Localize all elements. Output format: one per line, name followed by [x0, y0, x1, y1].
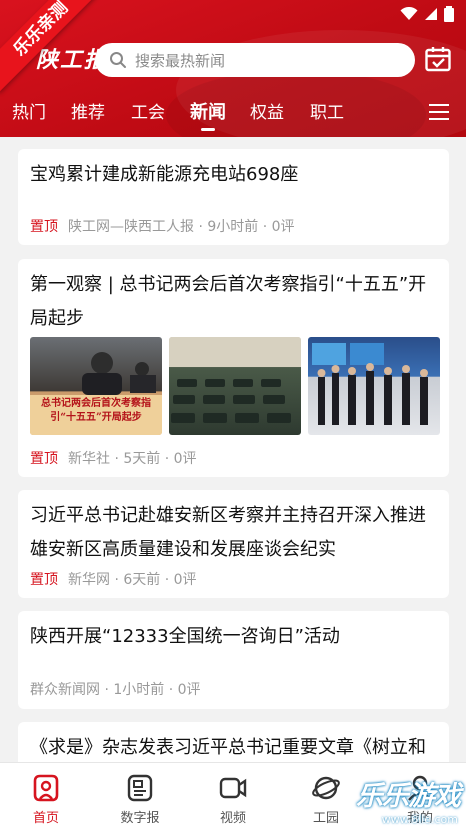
article-source: 新华网 · 6天前 · 0评 [68, 572, 197, 588]
article-images: 总书记两会后首次考察指引“十五五”开局起步 [30, 337, 440, 435]
article-title[interactable]: 陕西开展“12333全国统一咨询日”活动 [30, 620, 435, 654]
article-meta: 置顶 新华社 · 5天前 · 0评 [30, 448, 197, 468]
image-caption: 总书记两会后首次考察指引“十五五”开局起步 [41, 398, 151, 423]
pinned-badge: 置顶 [30, 451, 58, 467]
planet-icon [312, 776, 340, 800]
article-image[interactable]: 总书记两会后首次考察指引“十五五”开局起步 [30, 337, 162, 435]
search-bar[interactable]: 搜索最热新闻 [95, 43, 415, 77]
newspaper-icon [127, 774, 153, 802]
watermark-url: www.6lle.com [381, 813, 458, 826]
nav-label: 视频 [219, 811, 246, 826]
article-title[interactable]: 宝鸡累计建成新能源充电站698座 [30, 158, 435, 192]
pinned-badge: 置顶 [30, 219, 58, 235]
tab-recommend[interactable]: 推荐 [71, 100, 105, 126]
category-tabs: 热门 推荐 工会 新闻 权益 职工 [0, 100, 466, 130]
article-image[interactable] [169, 337, 301, 435]
tab-news[interactable]: 新闻 [190, 100, 226, 126]
article-meta: 置顶 新华网 · 6天前 · 0评 [30, 569, 197, 589]
nav-label: 首页 [32, 811, 59, 826]
tab-hot[interactable]: 热门 [12, 100, 46, 126]
watermark-text: 乐乐游戏 [356, 781, 461, 812]
article-image[interactable] [308, 337, 440, 435]
article-card[interactable]: 宝鸡累计建成新能源充电站698座 置顶 陕工网—陕西工人报 · 9小时前 · 0评 [18, 149, 449, 245]
article-source: 陕工网—陕西工人报 · 9小时前 · 0评 [68, 219, 295, 235]
nav-label: 工园 [312, 811, 339, 826]
tab-rights[interactable]: 权益 [250, 100, 284, 126]
video-icon [219, 777, 247, 799]
signal-icon [425, 8, 437, 20]
calendar-check-icon[interactable] [425, 46, 451, 72]
corner-watermark: 乐乐游戏 www.6lle.com [352, 772, 466, 828]
article-card[interactable]: 第一观察 | 总书记两会后首次考察指引“十五五”开局起步 总书记两会后首次考察指… [18, 259, 449, 477]
battery-icon [444, 6, 454, 22]
article-title[interactable]: 第一观察 | 总书记两会后首次考察指引“十五五”开局起步 [30, 268, 435, 336]
nav-video[interactable]: 视频 [203, 773, 263, 826]
home-icon [33, 774, 59, 802]
article-meta: 置顶 陕工网—陕西工人报 · 9小时前 · 0评 [30, 216, 295, 236]
article-title[interactable]: 《求是》杂志发表习近平总书记重要文章《树立和 [30, 731, 435, 765]
wifi-icon [400, 7, 418, 20]
article-source: 新华社 · 5天前 · 0评 [68, 451, 197, 467]
tab-union[interactable]: 工会 [131, 100, 165, 126]
nav-label: 数字报 [120, 811, 160, 826]
nav-workers-park[interactable]: 工园 [296, 773, 356, 826]
status-bar [400, 6, 454, 22]
menu-icon[interactable] [428, 102, 450, 122]
article-title[interactable]: 习近平总书记赴雄安新区考察并主持召开深入推进雄安新区高质量建设和发展座谈会纪实 [30, 499, 435, 567]
active-tab-indicator [201, 128, 215, 131]
article-card[interactable]: 陕西开展“12333全国统一咨询日”活动 群众新闻网 · 1小时前 · 0评 [18, 611, 449, 709]
search-icon [110, 52, 126, 68]
article-source: 群众新闻网 · 1小时前 · 0评 [30, 682, 201, 698]
article-meta: 群众新闻网 · 1小时前 · 0评 [30, 679, 201, 699]
tab-workers[interactable]: 职工 [310, 100, 344, 126]
nav-digital-paper[interactable]: 数字报 [110, 773, 170, 826]
nav-home[interactable]: 首页 [16, 773, 76, 826]
search-placeholder: 搜索最热新闻 [135, 51, 226, 70]
pinned-badge: 置顶 [30, 572, 58, 588]
article-card[interactable]: 习近平总书记赴雄安新区考察并主持召开深入推进雄安新区高质量建设和发展座谈会纪实 … [18, 490, 449, 598]
